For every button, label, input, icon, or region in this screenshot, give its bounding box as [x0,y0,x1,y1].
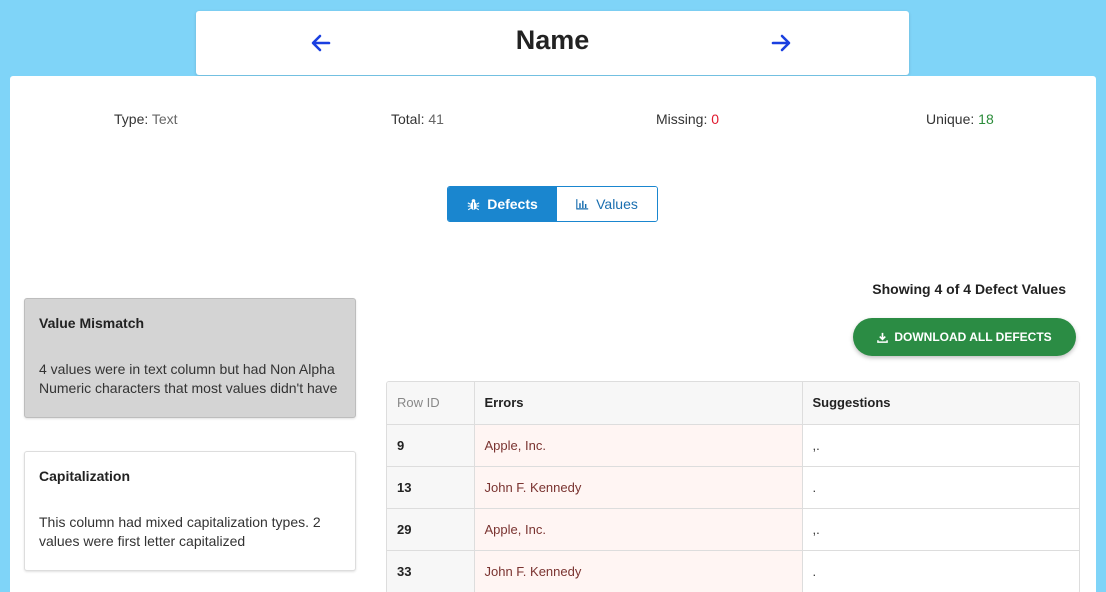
row-id-cell: 9 [387,424,475,467]
table-row: 9 Apple, Inc. ,. [387,424,1079,467]
defect-description: 4 values were in text column but had Non… [39,361,338,396]
stat-type-label: Type: [114,111,149,127]
row-id-cell: 29 [387,508,475,551]
stat-type-value: Text [151,111,178,127]
showing-count: Showing 4 of 4 Defect Values [872,281,1066,297]
column-header-row-id[interactable]: Row ID [387,382,475,425]
stat-missing: Missing: 0 [656,111,719,127]
error-cell: Apple, Inc. [474,424,803,467]
column-header-suggestions[interactable]: Suggestions [802,382,1079,425]
table-row: 13 John F. Kennedy . [387,466,1079,509]
column-title: Name [515,25,590,55]
stat-total-value: 41 [428,111,444,127]
table-header-row: Row ID Errors Suggestions [387,382,1079,425]
error-cell: Apple, Inc. [474,508,803,551]
tab-defects[interactable]: Defects [448,187,557,221]
tab-defects-label: Defects [487,196,538,212]
stat-unique-value: 18 [978,111,994,127]
download-label: DOWNLOAD ALL DEFECTS [894,330,1052,344]
tab-values-label: Values [596,196,638,212]
column-details-panel: Type: Text Total: 41 Missing: 0 Unique: … [10,76,1096,592]
suggestion-cell: ,. [802,508,1079,551]
defect-title: Value Mismatch [39,315,145,331]
bar-chart-icon [576,198,589,210]
suggestion-cell: ,. [802,424,1079,467]
download-icon [877,332,889,343]
stat-missing-label: Missing: [656,111,708,127]
defect-description: This column had mixed capitalization typ… [39,514,321,549]
defect-title: Capitalization [39,468,131,484]
defect-card-capitalization[interactable]: Capitalization This column had mixed cap… [24,451,356,571]
row-id-cell: 13 [387,466,475,509]
download-all-defects-button[interactable]: DOWNLOAD ALL DEFECTS [853,318,1076,356]
bug-icon [467,198,480,211]
error-cell: John F. Kennedy [474,466,803,509]
stat-type: Type: Text [114,111,178,127]
defect-card-value-mismatch[interactable]: Value Mismatch 4 values were in text col… [24,298,356,418]
suggestion-cell: . [802,550,1079,592]
suggestion-cell: . [802,466,1079,509]
table-row: 29 Apple, Inc. ,. [387,508,1079,551]
defects-table: Row ID Errors Suggestions 9 Apple, Inc. … [386,381,1080,592]
tab-values[interactable]: Values [557,187,657,221]
stat-total: Total: 41 [391,111,444,127]
stat-unique-label: Unique: [926,111,975,127]
view-toggle: Defects Values [447,186,658,222]
column-header: Name [196,11,909,75]
arrow-right-icon[interactable] [769,31,793,55]
stat-total-label: Total: [391,111,425,127]
row-id-cell: 33 [387,550,475,592]
error-cell: John F. Kennedy [474,550,803,592]
stat-unique: Unique: 18 [926,111,994,127]
table-row: 33 John F. Kennedy . [387,550,1079,592]
stat-missing-value: 0 [711,111,720,127]
column-header-errors[interactable]: Errors [474,382,803,425]
